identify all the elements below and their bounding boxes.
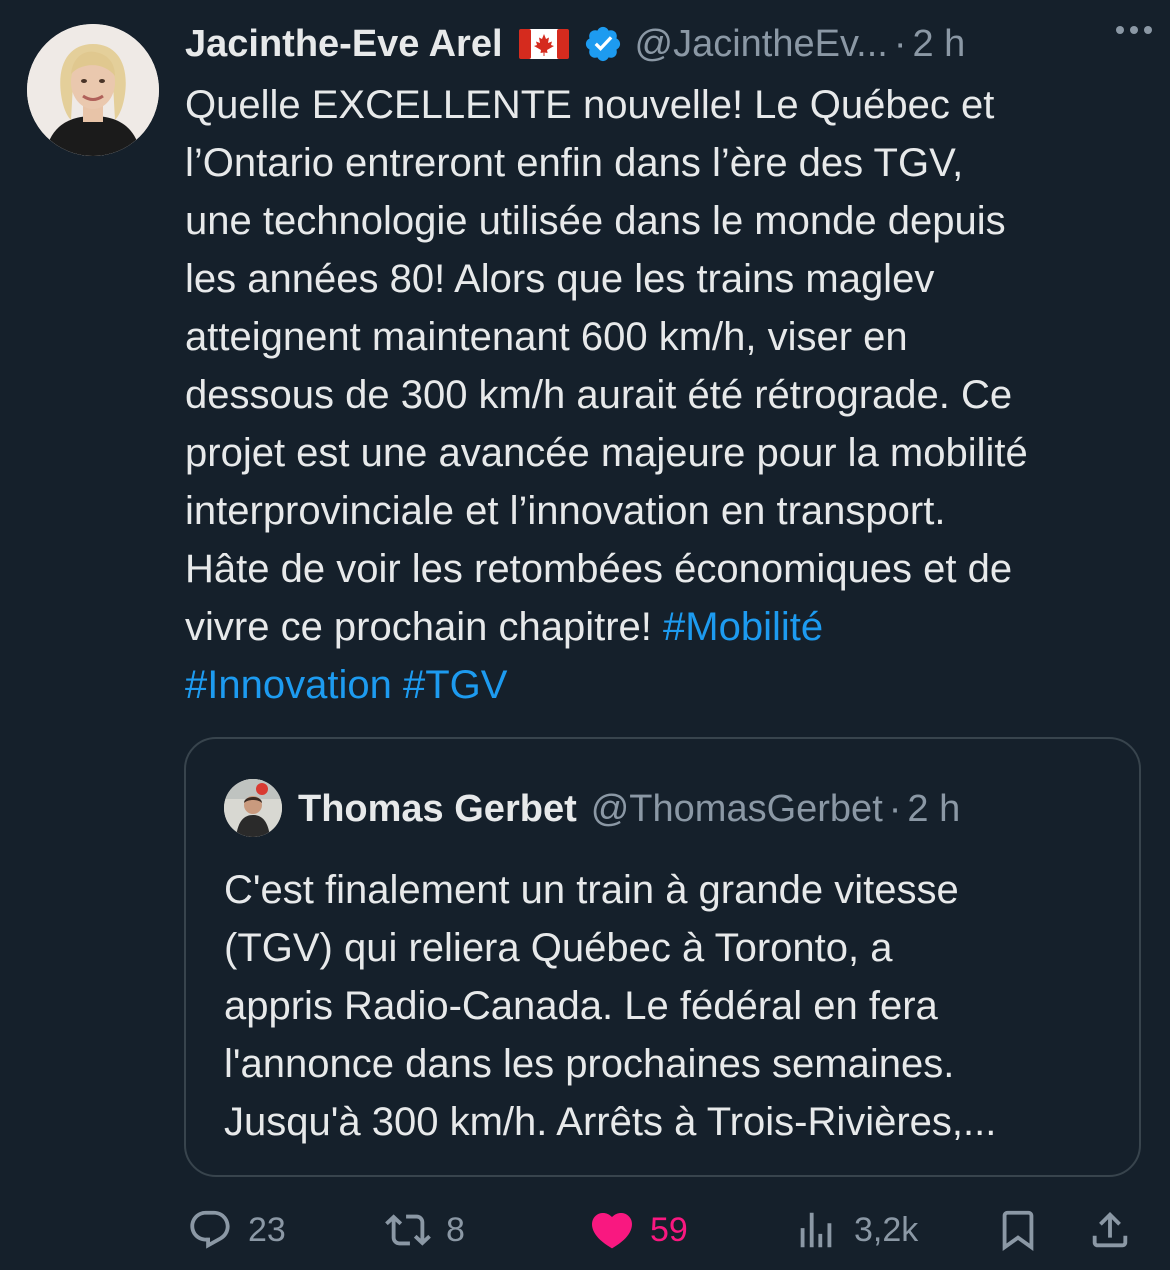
quoted-author-avatar bbox=[224, 779, 282, 837]
more-horizontal-icon bbox=[1114, 23, 1154, 41]
tweet-text-line: projet est une avancée majeure pour la m… bbox=[185, 431, 1028, 475]
hashtag-link[interactable]: #TGV bbox=[403, 663, 507, 707]
verified-badge-icon bbox=[583, 24, 623, 64]
separator-dot: · bbox=[888, 787, 902, 830]
reply-icon bbox=[186, 1206, 234, 1254]
more-options-button[interactable] bbox=[1112, 10, 1156, 54]
author-avatar-image bbox=[27, 24, 159, 156]
tweet-text-line: une technologie utilisée dans le monde d… bbox=[185, 199, 1006, 243]
author-name[interactable]: Jacinthe-Eve Arel bbox=[185, 23, 503, 66]
author-avatar[interactable] bbox=[27, 24, 159, 156]
like-count: 59 bbox=[650, 1210, 688, 1249]
bookmark-icon bbox=[994, 1206, 1042, 1254]
views-button[interactable]: 3,2k bbox=[792, 1200, 918, 1260]
tweet-text-line: dessous de 300 km/h aurait été rétrograd… bbox=[185, 373, 1013, 417]
heart-filled-icon bbox=[588, 1206, 636, 1254]
author-handle[interactable]: @JacintheEv... bbox=[635, 23, 888, 66]
tweet-text-line: vivre ce prochain chapitre! bbox=[185, 605, 664, 649]
reply-count: 23 bbox=[248, 1210, 286, 1249]
hashtag-link[interactable]: #Innovation bbox=[185, 663, 392, 707]
separator-dot: · bbox=[893, 22, 907, 65]
like-button[interactable]: 59 bbox=[588, 1200, 688, 1260]
quoted-author-name[interactable]: Thomas Gerbet bbox=[298, 788, 577, 831]
retweet-count: 8 bbox=[446, 1210, 465, 1249]
views-chart-icon bbox=[792, 1206, 840, 1254]
share-button[interactable] bbox=[1086, 1200, 1134, 1260]
quoted-author-handle[interactable]: @ThomasGerbet bbox=[591, 788, 883, 831]
tweet-text-line: atteignent maintenant 600 km/h, viser en bbox=[185, 315, 908, 359]
views-count: 3,2k bbox=[854, 1210, 919, 1249]
tweet-action-bar: 23 8 59 3,2k bbox=[0, 1190, 1170, 1270]
retweet-button[interactable]: 8 bbox=[384, 1200, 465, 1260]
share-icon bbox=[1086, 1206, 1134, 1254]
reply-button[interactable]: 23 bbox=[186, 1200, 286, 1260]
tweet-text-line: interprovinciale et l’innovation en tran… bbox=[185, 489, 946, 533]
tweet-text-line: l’Ontario entreront enfin dans l’ère des… bbox=[185, 141, 964, 185]
retweet-icon bbox=[384, 1206, 432, 1254]
quoted-tweet-time[interactable]: 2 h bbox=[907, 788, 960, 831]
bookmark-button[interactable] bbox=[994, 1200, 1042, 1260]
tweet-text-line: les années 80! Alors que les trains magl… bbox=[185, 257, 935, 301]
quoted-tweet[interactable]: Thomas Gerbet @ThomasGerbet · 2 h C'est … bbox=[184, 737, 1141, 1177]
tweet-time[interactable]: 2 h bbox=[912, 23, 965, 66]
canada-flag-icon bbox=[518, 29, 569, 59]
quoted-author-avatar-image bbox=[224, 779, 282, 837]
quoted-tweet-header: Thomas Gerbet @ThomasGerbet · 2 h bbox=[298, 781, 960, 837]
hashtag-link[interactable]: #Mobilité bbox=[663, 605, 823, 649]
tweet-text-line: Quelle EXCELLENTE nouvelle! Le Québec et bbox=[185, 83, 995, 127]
tweet-header: Jacinthe-Eve Arel @JacintheEv... · 2 h bbox=[185, 16, 1150, 72]
tweet-text-line: Hâte de voir les retombées économiques e… bbox=[185, 547, 1013, 591]
tweet-text: Quelle EXCELLENTE nouvelle! Le Québec et… bbox=[185, 76, 1150, 714]
quoted-tweet-text: C'est finalement un train à grande vites… bbox=[224, 868, 997, 1144]
